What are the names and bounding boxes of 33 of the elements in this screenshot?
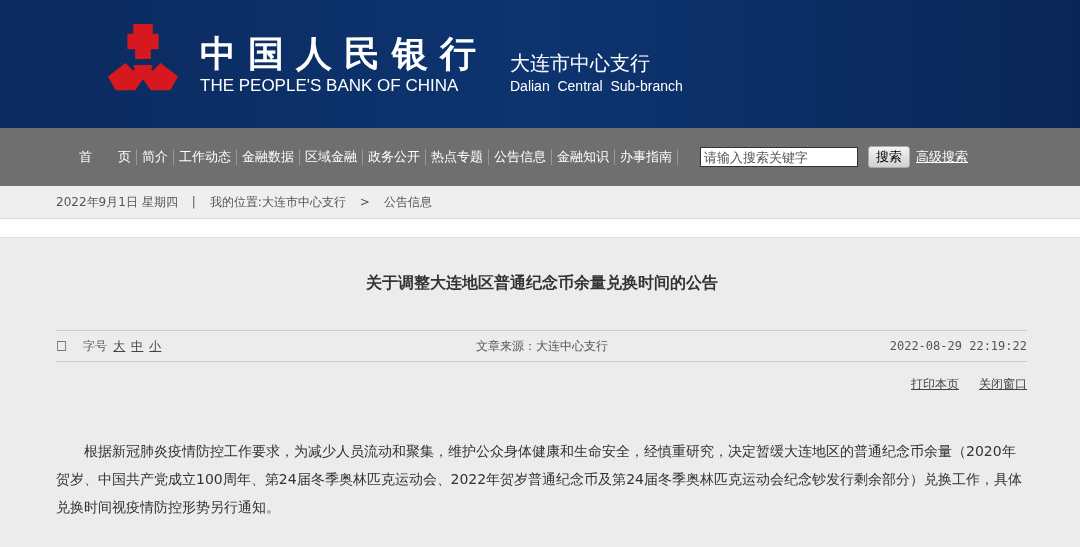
- nav-link[interactable]: 公告信息: [489, 148, 551, 166]
- nav-link[interactable]: 办事指南: [615, 148, 677, 166]
- breadcrumb-link[interactable]: 公告信息: [383, 193, 432, 211]
- breadcrumb-arrow: >: [359, 195, 370, 209]
- search-field[interactable]: 请输入搜索关键字: [700, 147, 858, 167]
- action-link[interactable]: 打印本页: [911, 376, 959, 393]
- search-button[interactable]: 搜索: [868, 146, 910, 168]
- breadcrumb-link[interactable]: 我的位置:大连市中心支行: [209, 193, 346, 211]
- nav-link[interactable]: 区域金融: [300, 148, 362, 166]
- advanced-search-link[interactable]: 高级搜索: [916, 148, 968, 166]
- bank-name-english: THE PEOPLE'S BANK OF CHINA: [200, 76, 460, 96]
- branch-name-english: Dalian Central Sub-branch: [510, 78, 683, 94]
- font-size-link[interactable]: 中: [131, 337, 144, 355]
- action-link[interactable]: 关闭窗口: [979, 376, 1027, 393]
- nav-link[interactable]: 首 页: [74, 148, 136, 166]
- bank-name: 中国人民银行: [200, 32, 488, 74]
- nav-link[interactable]: 简介: [137, 148, 173, 166]
- article-paragraph: 根据新冠肺炎疫情防控工作要求，为减少人员流动和聚集，维护公众身体健康和生命安全，经慎重研究，决定暂缓大连地区的普通纪念币余量（2020年贺岁、中国共产党成立100周年、第24届冬季奥林匹克运动会、2022年贺岁普通纪念币及第24届冬季奥林匹克运动会纪念钞发行剩余部分）兑换工作，具体兑换时间视疫情防控形势另行通知。: [56, 442, 1023, 517]
- article-source: 文章来源：大连中心支行: [475, 337, 608, 355]
- date-text: 2022年9月1日 星期四: [56, 193, 178, 211]
- nav-link[interactable]: 政务公开: [363, 148, 425, 166]
- publish-datetime: 2022-08-29 22:19:22: [888, 339, 1027, 353]
- nav-link[interactable]: 工作动态: [174, 148, 236, 166]
- nav-link[interactable]: 金融知识: [552, 148, 614, 166]
- separator-text: |: [191, 195, 196, 209]
- font-size-label: 字号: [83, 337, 108, 355]
- branch-name: 大连市中心支行: [510, 50, 651, 76]
- nav-link[interactable]: 金融数据: [237, 148, 299, 166]
- font-size-link[interactable]: 大: [113, 337, 126, 355]
- font-size-link[interactable]: 小: [149, 337, 162, 355]
- box-glyph: □: [56, 337, 68, 354]
- nav-link[interactable]: 热点专题: [426, 148, 488, 166]
- article-title: 关于调整大连地区普通纪念币余量兑换时间的公告: [364, 272, 719, 294]
